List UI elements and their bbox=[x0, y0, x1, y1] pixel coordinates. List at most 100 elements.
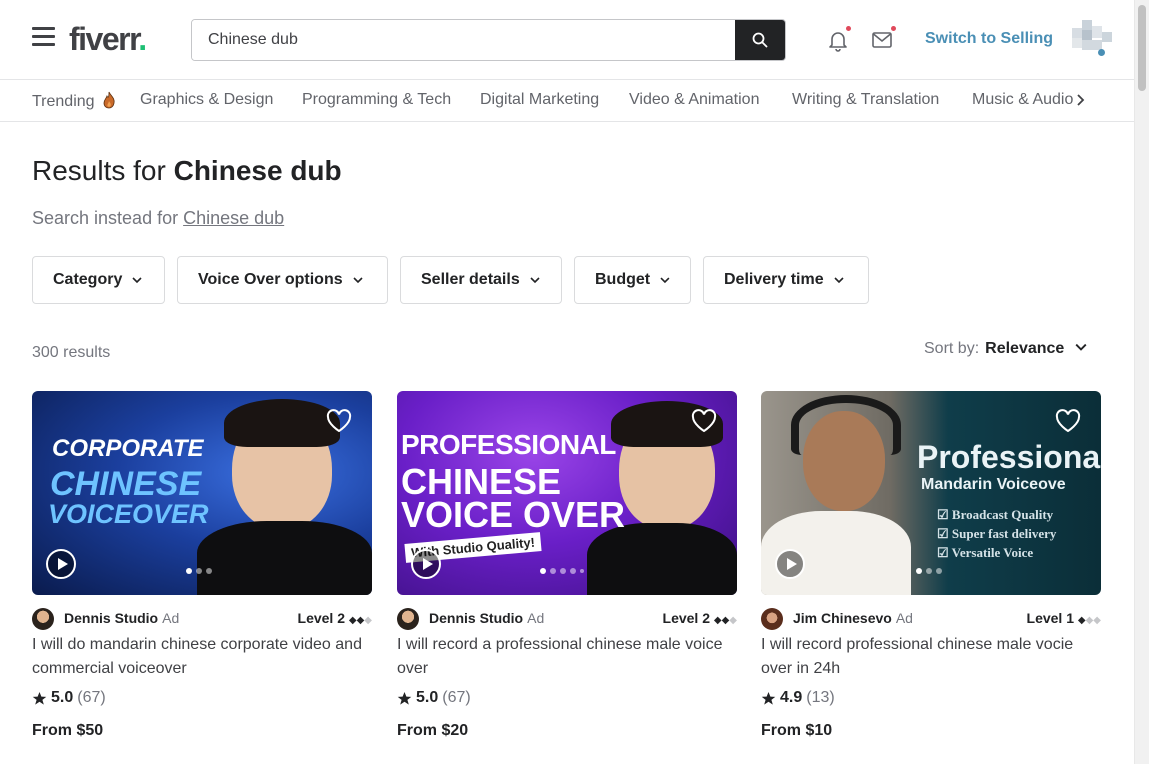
carousel-dots bbox=[540, 568, 584, 574]
page-scrollbar[interactable] bbox=[1134, 0, 1149, 764]
carousel-dots bbox=[186, 568, 212, 574]
search-button[interactable] bbox=[735, 20, 785, 60]
category-digital-marketing[interactable]: Digital Marketing bbox=[480, 91, 599, 109]
results-prefix: Results for bbox=[32, 155, 166, 186]
level-diamond-icon: ◆ bbox=[713, 615, 722, 626]
search-instead-text: Search instead for bbox=[32, 208, 179, 228]
gig-title[interactable]: I will record a professional chinese mal… bbox=[397, 633, 737, 681]
gig-card[interactable]: CORPORATE CHINESE VOICEOVER Dennis Studi… bbox=[32, 391, 372, 739]
logo-text: fiverr bbox=[69, 21, 140, 57]
gig-card[interactable]: PROFESSIONAL CHINESE VOICE OVER With Stu… bbox=[397, 391, 737, 739]
thumbnail-text: CORPORATE bbox=[52, 435, 204, 462]
level-diamond-icon: ◆ bbox=[1077, 615, 1086, 626]
review-count: (67) bbox=[442, 689, 471, 706]
online-status-dot bbox=[1098, 49, 1105, 56]
category-nav: Trending Graphics & Design Programming &… bbox=[0, 81, 1134, 122]
gig-thumbnail[interactable]: CORPORATE CHINESE VOICEOVER bbox=[32, 391, 372, 595]
gig-thumbnail[interactable]: PROFESSIONAL CHINESE VOICE OVER With Stu… bbox=[397, 391, 737, 595]
review-count: (13) bbox=[806, 689, 835, 706]
play-icon[interactable] bbox=[46, 549, 76, 579]
category-video-animation[interactable]: Video & Animation bbox=[629, 91, 759, 109]
chevron-down-icon bbox=[834, 277, 844, 284]
chevron-down-icon bbox=[132, 277, 142, 284]
thumbnail-text: VOICEOVER bbox=[48, 499, 209, 529]
sort-dropdown[interactable]: Sort by: Relevance bbox=[924, 340, 1087, 358]
search-input[interactable] bbox=[192, 20, 737, 60]
filter-voice-over-options[interactable]: Voice Over options bbox=[177, 256, 388, 304]
feature-text: Versatile Voice bbox=[951, 545, 1034, 560]
filter-label: Seller details bbox=[421, 271, 520, 288]
gig-title[interactable]: I will record professional chinese male … bbox=[761, 633, 1101, 681]
level-diamond-icon: ◆ bbox=[348, 615, 357, 626]
gig-title[interactable]: I will do mandarin chinese corporate vid… bbox=[32, 633, 372, 681]
search-instead: Search instead for Chinese dub bbox=[32, 208, 284, 229]
ad-badge: Ad bbox=[527, 610, 545, 626]
search-instead-link[interactable]: Chinese dub bbox=[183, 208, 284, 228]
person-hair bbox=[224, 399, 340, 447]
person-body bbox=[197, 521, 372, 595]
filter-budget[interactable]: Budget bbox=[574, 256, 691, 304]
category-programming-tech[interactable]: Programming & Tech bbox=[302, 91, 451, 109]
seller-avatar[interactable] bbox=[32, 608, 54, 630]
category-label: Trending bbox=[32, 93, 95, 110]
heart-icon[interactable] bbox=[1055, 409, 1081, 433]
gig-card[interactable]: Professional Mandarin Voiceove ☑ Broadca… bbox=[761, 391, 1101, 739]
review-count: (67) bbox=[77, 689, 106, 706]
thumbnail-text: CHINESE bbox=[50, 465, 202, 503]
filter-delivery-time[interactable]: Delivery time bbox=[703, 256, 869, 304]
seller-avatar[interactable] bbox=[761, 608, 783, 630]
heart-icon[interactable] bbox=[326, 409, 352, 433]
switch-to-selling-link[interactable]: Switch to Selling bbox=[925, 30, 1053, 48]
notifications-button[interactable] bbox=[826, 26, 851, 52]
play-icon[interactable] bbox=[775, 549, 805, 579]
messages-button[interactable] bbox=[870, 26, 896, 52]
seller-name[interactable]: Dennis Studio Ad bbox=[64, 610, 179, 626]
sort-label: Sort by: bbox=[924, 340, 980, 357]
top-header: fiverr. Switch to Selling bbox=[0, 0, 1134, 80]
results-count: 300 results bbox=[32, 344, 111, 361]
gig-price: From $10 bbox=[761, 722, 833, 739]
seller-info: Jim Chinesevo Ad Level 1 ◆◆◆ bbox=[761, 607, 1101, 631]
rating-value: 4.9 bbox=[780, 689, 803, 706]
menu-icon[interactable] bbox=[32, 27, 55, 47]
seller-info: Dennis Studio Ad Level 2 ◆◆◆ bbox=[32, 607, 372, 631]
chevron-right-icon[interactable] bbox=[1076, 90, 1086, 115]
play-icon[interactable] bbox=[411, 549, 441, 579]
notification-dot bbox=[846, 26, 851, 31]
seller-name-text: Dennis Studio bbox=[64, 610, 159, 626]
level-text: Level 1 bbox=[1026, 610, 1074, 626]
seller-level: Level 1 ◆◆◆ bbox=[1027, 610, 1101, 626]
seller-avatar[interactable] bbox=[397, 608, 419, 630]
rating-value: 5.0 bbox=[51, 689, 74, 706]
chevron-down-icon bbox=[1075, 343, 1087, 351]
fiverr-logo[interactable]: fiverr. bbox=[69, 21, 147, 58]
results-query: Chinese dub bbox=[173, 155, 342, 186]
gig-rating: 5.0 (67) bbox=[32, 689, 106, 707]
headphones bbox=[791, 395, 901, 455]
star-icon bbox=[761, 691, 776, 705]
filter-category[interactable]: Category bbox=[32, 256, 165, 304]
level-text: Level 2 bbox=[297, 610, 345, 626]
category-writing-translation[interactable]: Writing & Translation bbox=[792, 91, 939, 109]
category-trending[interactable]: Trending bbox=[32, 91, 117, 111]
sort-value: Relevance bbox=[985, 340, 1065, 357]
rating-value: 5.0 bbox=[416, 689, 439, 706]
star-icon bbox=[397, 691, 412, 705]
level-text: Level 2 bbox=[662, 610, 710, 626]
user-avatar[interactable] bbox=[1072, 20, 1114, 54]
filter-seller-details[interactable]: Seller details bbox=[400, 256, 562, 304]
gig-thumbnail[interactable]: Professional Mandarin Voiceove ☑ Broadca… bbox=[761, 391, 1101, 595]
search-bar bbox=[191, 19, 786, 61]
scrollbar-thumb[interactable] bbox=[1138, 5, 1146, 91]
level-diamond-icon: ◆ bbox=[1093, 615, 1101, 626]
category-graphics-design[interactable]: Graphics & Design bbox=[140, 91, 273, 109]
thumbnail-text: VOICE OVER bbox=[401, 494, 626, 535]
heart-icon[interactable] bbox=[691, 409, 717, 433]
feature-text: Super fast delivery bbox=[951, 526, 1057, 541]
seller-name[interactable]: Dennis Studio Ad bbox=[429, 610, 544, 626]
logo-dot: . bbox=[138, 21, 147, 57]
seller-level: Level 2 ◆◆◆ bbox=[663, 610, 737, 626]
envelope-icon bbox=[872, 32, 892, 48]
seller-name[interactable]: Jim Chinesevo Ad bbox=[793, 610, 913, 626]
category-music-audio[interactable]: Music & Audio bbox=[972, 91, 1076, 109]
